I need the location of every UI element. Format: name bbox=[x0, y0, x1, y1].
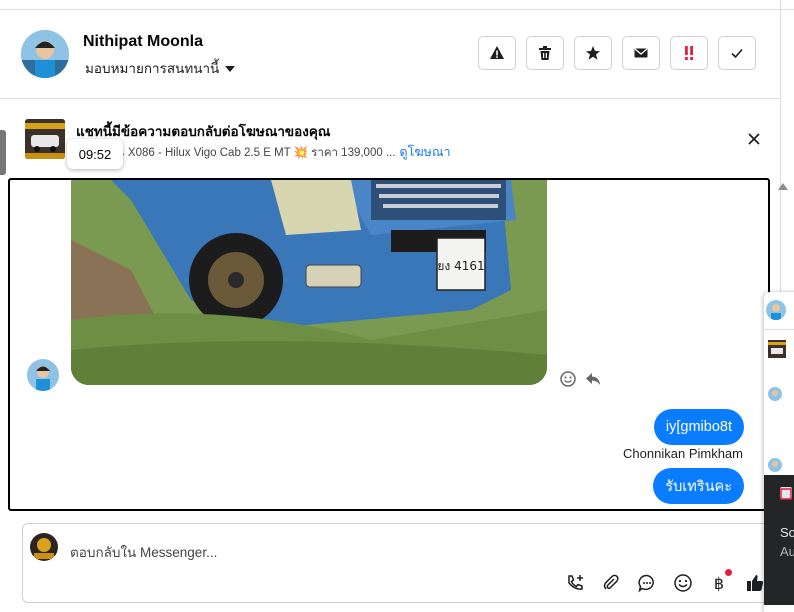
ad-image bbox=[768, 342, 786, 354]
top-divider bbox=[0, 9, 794, 10]
close-icon bbox=[748, 133, 760, 145]
like-button[interactable] bbox=[744, 572, 766, 594]
reply-icon bbox=[586, 373, 600, 385]
priority-icon bbox=[685, 46, 693, 60]
priority-button[interactable] bbox=[670, 36, 708, 70]
conversation-pane[interactable]: ยง 4161 iy[gmibo8t Chonnikan Pimkham รับ… bbox=[8, 178, 770, 511]
chat-head-avatar[interactable] bbox=[768, 387, 782, 401]
dark-popup[interactable]: So Au bbox=[764, 475, 794, 605]
contact-name[interactable]: Nithipat Moonla bbox=[83, 33, 203, 51]
trash-icon bbox=[539, 46, 551, 60]
reply-composer[interactable] bbox=[22, 523, 782, 603]
phone-plus-icon bbox=[568, 575, 583, 590]
reply-input[interactable]: ตอบกลับใน Messenger... bbox=[70, 541, 217, 563]
svg-text:฿: ฿ bbox=[714, 574, 724, 593]
ad-snippet-line: ภาพ!!! 🚙 X086 - Hilux Vigo Cab 2.5 E MT … bbox=[76, 142, 451, 162]
reply-button[interactable] bbox=[584, 370, 602, 388]
report-button[interactable] bbox=[478, 36, 516, 70]
message-bubble[interactable]: iy[gmibo8t bbox=[653, 409, 744, 445]
assign-conversation-dropdown[interactable]: มอบหมายการสนทนานี้ bbox=[85, 57, 236, 79]
star-icon bbox=[586, 46, 600, 60]
page-avatar bbox=[30, 533, 58, 561]
avatar-photo bbox=[768, 387, 782, 401]
saved-replies-button[interactable] bbox=[636, 572, 658, 594]
chat-head-avatar[interactable] bbox=[766, 300, 786, 320]
timestamp-tooltip: 09:52 bbox=[67, 139, 123, 169]
truck-photo: ยง 4161 bbox=[71, 180, 547, 385]
chat-head-avatar[interactable] bbox=[768, 458, 782, 472]
avatar-photo bbox=[21, 30, 69, 78]
chat-head-ad-thumb[interactable] bbox=[768, 340, 786, 358]
convo-scroll-up-icon[interactable] bbox=[778, 183, 788, 190]
license-plate: ยง 4161 bbox=[437, 259, 484, 273]
close-ad-button[interactable] bbox=[744, 129, 764, 149]
paperclip-icon bbox=[603, 574, 619, 590]
react-button[interactable] bbox=[559, 370, 577, 388]
delete-button[interactable] bbox=[526, 36, 564, 70]
check-icon bbox=[731, 48, 743, 59]
left-edge-tab bbox=[0, 130, 6, 175]
smiley-icon bbox=[674, 574, 692, 592]
done-button[interactable] bbox=[718, 36, 756, 70]
ad-thumbnail[interactable] bbox=[25, 119, 65, 159]
contact-avatar[interactable] bbox=[21, 30, 69, 78]
mark-unread-button[interactable] bbox=[622, 36, 660, 70]
page-logo bbox=[30, 533, 58, 561]
chat-head-divider bbox=[764, 329, 794, 330]
mail-icon bbox=[634, 48, 648, 58]
attach-button[interactable] bbox=[600, 572, 622, 594]
avatar-photo bbox=[27, 359, 59, 391]
view-ad-link[interactable]: ดูโฆษณา bbox=[400, 145, 451, 159]
attached-photo[interactable]: ยง 4161 bbox=[71, 180, 547, 385]
sender-name: Chonnikan Pimkham bbox=[623, 446, 743, 461]
star-button[interactable] bbox=[574, 36, 612, 70]
ad-image bbox=[25, 119, 65, 159]
popup-icon bbox=[780, 487, 792, 500]
assign-label: มอบหมายการสนทนานี้ bbox=[85, 61, 220, 76]
thumbs-up-icon bbox=[747, 575, 764, 591]
avatar-photo bbox=[766, 300, 786, 320]
popup-text-1: So bbox=[780, 525, 794, 540]
chat-bubble-icon bbox=[638, 574, 654, 593]
calendar-icon bbox=[780, 488, 792, 500]
warning-icon bbox=[490, 46, 504, 59]
add-call-button[interactable] bbox=[564, 572, 586, 594]
caret-down-icon bbox=[225, 66, 236, 73]
emoji-button[interactable] bbox=[672, 572, 694, 594]
smiley-icon bbox=[560, 371, 576, 387]
avatar-photo bbox=[768, 458, 782, 472]
message-bubble[interactable]: รับเทรินคะ bbox=[653, 468, 744, 504]
contact-avatar-small[interactable] bbox=[27, 359, 59, 391]
popup-text-2: Au bbox=[780, 544, 794, 559]
header-divider bbox=[0, 98, 780, 99]
notification-dot bbox=[725, 569, 732, 576]
baht-icon: ฿ bbox=[714, 574, 724, 593]
ad-snippet: ภาพ!!! 🚙 X086 - Hilux Vigo Cab 2.5 E MT … bbox=[76, 147, 396, 159]
